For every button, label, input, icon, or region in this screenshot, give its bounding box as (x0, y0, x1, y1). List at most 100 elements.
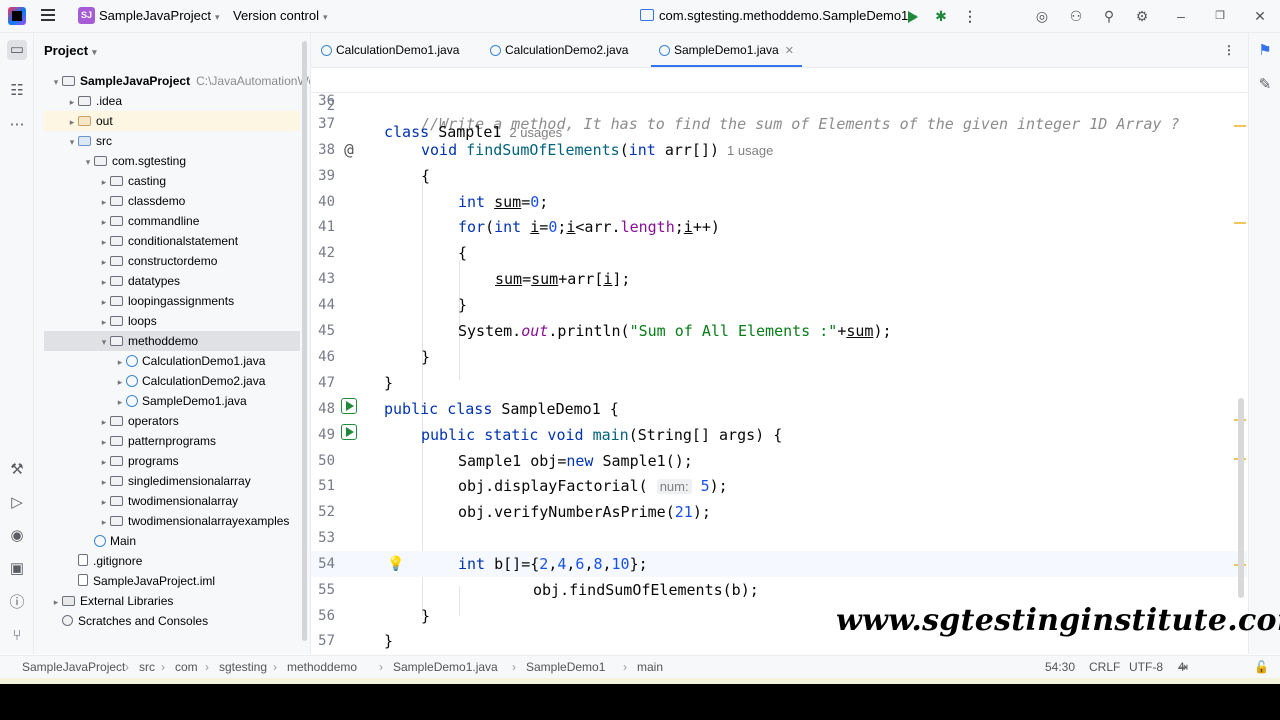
tree-item[interactable]: ▸ twodimensionalarray (44, 491, 300, 511)
chevron-right-icon[interactable]: ▸ (66, 92, 78, 112)
chevron-right-icon[interactable]: ▸ (98, 452, 110, 472)
chevron-right-icon[interactable]: ▸ (98, 312, 110, 332)
maximize-icon[interactable]: ❐ (1212, 8, 1228, 24)
tree-item[interactable]: ▾ SampleJavaProject C:\JavaAutomationWor (44, 71, 310, 92)
lock-icon[interactable]: 🔓 (1254, 656, 1269, 678)
usage-hint[interactable]: 1 usage (727, 143, 773, 158)
tree-item[interactable]: SampleJavaProject.iml (44, 571, 300, 591)
tree-item[interactable]: ▸ loopingassignments (44, 291, 300, 311)
tree-item[interactable]: ▸ patternprograms (44, 431, 300, 451)
run-config-selector[interactable]: com.sgtesting.methoddemo.SampleDemo1 ▾ (640, 0, 917, 32)
file-encoding[interactable]: UTF-8 (1129, 656, 1163, 678)
main-menu-icon[interactable] (41, 9, 55, 23)
git-icon[interactable]: ⑂ (7, 626, 27, 646)
chevron-right-icon[interactable]: ▸ (66, 112, 78, 132)
chevron-right-icon[interactable]: ▸ (98, 272, 110, 292)
ai-chat-icon[interactable]: ✎ (1255, 75, 1275, 95)
chevron-right-icon[interactable]: ▸ (50, 592, 62, 612)
tree-item[interactable]: ▸ CalculationDemo2.java (44, 371, 300, 391)
tree-item[interactable]: ▾ methoddemo (44, 331, 300, 351)
tree-item[interactable]: ▸ twodimensionalarrayexamples (44, 511, 300, 531)
chevron-right-icon[interactable]: ▸ (98, 412, 110, 432)
breadcrumb-item[interactable]: SampleJavaProject (22, 656, 125, 678)
build-hammer-icon[interactable]: ⚒ (7, 460, 27, 480)
more-actions-icon[interactable]: ⋮ (962, 8, 978, 24)
chevron-right-icon[interactable]: ▸ (114, 392, 126, 412)
tab-calculationdemo2[interactable]: CalculationDemo2.java (490, 33, 628, 67)
settings-gear-icon[interactable]: ⚙ (1134, 8, 1150, 24)
vcs-widget[interactable]: Version control ▾ (233, 0, 328, 32)
run-main-icon[interactable] (339, 422, 359, 448)
tree-item[interactable]: ▸ classdemo (44, 191, 300, 211)
chevron-right-icon[interactable]: ▸ (98, 172, 110, 192)
tab-sampledemo1[interactable]: SampleDemo1.java ✕ (651, 33, 802, 67)
services-icon[interactable]: ◉ (7, 526, 27, 546)
breadcrumb-item[interactable]: SampleDemo1 (526, 656, 605, 678)
chevron-down-icon[interactable]: ▾ (50, 72, 62, 92)
chevron-right-icon[interactable]: ▸ (98, 512, 110, 532)
tree-item[interactable]: Main (44, 531, 300, 551)
chevron-right-icon[interactable]: ▸ (98, 212, 110, 232)
tree-item[interactable]: ▸ External Libraries (44, 591, 300, 611)
tree-item[interactable]: ▸ out (44, 111, 300, 131)
tree-item[interactable]: ▸ operators (44, 411, 300, 431)
chevron-right-icon[interactable]: ▸ (98, 252, 110, 272)
run-tool-icon[interactable]: ▷ (7, 493, 27, 513)
tree-item[interactable]: ▸ .idea (44, 91, 300, 111)
tree-item[interactable]: ▾ com.sgtesting (44, 151, 300, 171)
project-scrollbar[interactable] (302, 41, 307, 641)
chevron-right-icon[interactable]: ▸ (98, 292, 110, 312)
project-tool-icon[interactable]: ▭ (7, 40, 27, 60)
terminal-icon[interactable]: ▣ (7, 559, 27, 579)
run-class-icon[interactable] (339, 396, 359, 422)
add-user-icon[interactable]: ⚇ (1068, 8, 1084, 24)
close-tab-icon[interactable]: ✕ (785, 45, 794, 57)
notifications-icon[interactable]: ⚑ (1255, 41, 1275, 61)
code-editor[interactable]: 2 class Sample1 2 usages 36 37//Write a m… (311, 68, 1247, 654)
tree-item[interactable]: ▸ SampleDemo1.java (44, 391, 300, 411)
minimize-icon[interactable]: – (1173, 8, 1189, 24)
chevron-right-icon[interactable]: ▸ (98, 472, 110, 492)
breadcrumb-item[interactable]: methoddemo (287, 656, 357, 678)
problems-icon[interactable]: ⓘ (7, 593, 27, 613)
tree-item[interactable]: ▸ loops (44, 311, 300, 331)
chevron-down-icon[interactable]: ▾ (98, 332, 110, 352)
tree-item[interactable]: ▸ conditionalstatement (44, 231, 300, 251)
tree-item[interactable]: ▸ singledimensionalarray (44, 471, 300, 491)
structure-tool-icon[interactable]: ☷ (7, 81, 27, 101)
tree-item[interactable]: .gitignore (44, 551, 300, 571)
close-icon[interactable]: ✕ (1252, 8, 1268, 24)
warning-marker[interactable] (1234, 222, 1246, 224)
tree-item[interactable]: ▸ commandline (44, 211, 300, 231)
chevron-right-icon[interactable]: ▸ (114, 352, 126, 372)
project-switcher[interactable]: SampleJavaProject ▾ (99, 0, 220, 32)
run-icon[interactable] (905, 8, 921, 24)
search-icon[interactable]: ⚲ (1101, 8, 1117, 24)
chevron-down-icon[interactable]: ▾ (82, 152, 94, 172)
project-panel-header[interactable]: Project ▾ (44, 43, 97, 58)
tree-item[interactable]: ▸ casting (44, 171, 300, 191)
chevron-right-icon[interactable]: ▸ (114, 372, 126, 392)
line-separator[interactable]: CRLF (1089, 656, 1120, 678)
chevron-right-icon[interactable]: ▸ (98, 492, 110, 512)
chevron-right-icon[interactable]: ▸ (98, 232, 110, 252)
chevron-down-icon[interactable]: ▾ (66, 132, 78, 152)
more-tools-icon[interactable]: ⋯ (7, 115, 27, 135)
tree-item[interactable]: ▸ datatypes (44, 271, 300, 291)
chevron-right-icon[interactable]: ▸ (98, 432, 110, 452)
chevron-right-icon[interactable]: ▸ (98, 192, 110, 212)
usages-hint[interactable]: 2 usages (509, 125, 562, 140)
debug-icon[interactable]: ✱ (933, 8, 949, 24)
breadcrumb-item[interactable]: SampleDemo1.java (393, 656, 498, 678)
intention-bulb-icon[interactable]: 💡 (386, 551, 406, 577)
breadcrumb-item[interactable]: src (139, 656, 155, 678)
warning-marker[interactable] (1234, 125, 1246, 127)
breadcrumb-item[interactable]: com (175, 656, 198, 678)
tree-item[interactable]: ▸ CalculationDemo1.java (44, 351, 300, 371)
caret-position[interactable]: 54:30 (1045, 656, 1075, 678)
ai-assistant-icon[interactable]: ◎ (1034, 8, 1050, 24)
tree-item[interactable]: ▸ constructordemo (44, 251, 300, 271)
editor-scrollbar[interactable] (1238, 398, 1244, 598)
tab-options-icon[interactable]: ⋮ (1223, 33, 1235, 67)
tab-calculationdemo1[interactable]: CalculationDemo1.java (321, 33, 459, 67)
